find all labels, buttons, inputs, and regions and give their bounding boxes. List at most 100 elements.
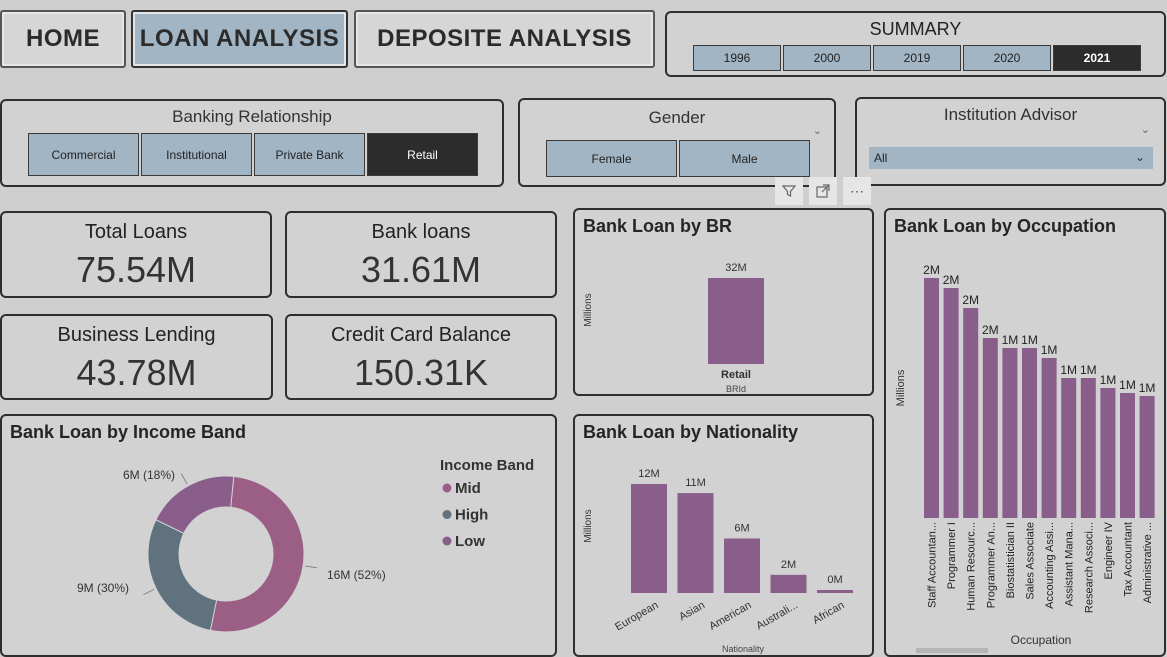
data-label: 6M xyxy=(734,523,749,535)
data-label: 9M (30%) xyxy=(77,581,129,595)
kpi-label: Total Loans xyxy=(84,221,188,243)
year-2000-button[interactable]: 2000 xyxy=(783,45,871,71)
tick-label: American xyxy=(707,599,753,633)
kpi-value: 75.54M xyxy=(75,249,197,290)
year-2020-button[interactable]: 2020 xyxy=(963,45,1051,71)
kpi-value: 150.31K xyxy=(353,352,489,393)
bar xyxy=(1120,393,1135,518)
y-axis-label: Millions xyxy=(583,293,594,326)
focus-mode-icon[interactable] xyxy=(809,177,837,205)
institution-advisor-dropdown[interactable]: All ⌄ xyxy=(869,147,1153,169)
tick-label: Staff Accountan... xyxy=(927,522,939,608)
bar xyxy=(963,308,979,518)
legend-marker xyxy=(442,510,452,519)
bar xyxy=(1002,348,1018,518)
chevron-down-icon[interactable]: ⌄ xyxy=(813,124,822,137)
br-option-institutional[interactable]: Institutional xyxy=(141,133,252,176)
leader-line xyxy=(305,565,318,569)
data-label: 2M xyxy=(923,263,940,277)
br-option-retail[interactable]: Retail xyxy=(367,133,478,176)
institution-advisor-slicer: Institution Advisor ⌄ All ⌄ xyxy=(855,97,1166,186)
donut-slice xyxy=(147,519,218,632)
data-label: 1M xyxy=(1060,363,1077,377)
data-label: 1M xyxy=(1080,363,1097,377)
bar xyxy=(631,484,667,593)
leader-line xyxy=(180,473,188,485)
legend-item: Mid xyxy=(455,480,481,497)
tick-label: Biostatistician II xyxy=(1005,522,1017,598)
tick-label: Administrative ... xyxy=(1142,522,1154,603)
home-button[interactable]: HOME xyxy=(0,10,126,68)
bar xyxy=(677,493,714,593)
banking-relationship-options: Commercial Institutional Private Bank Re… xyxy=(28,133,480,176)
gender-slicer: Gender ⌄ Female Male xyxy=(518,98,836,187)
br-option-private-bank[interactable]: Private Bank xyxy=(254,133,365,176)
bank-loan-by-income-band-chart[interactable]: Bank Loan by Income Band 16M (52%) 9M (30… xyxy=(0,414,557,657)
chevron-down-icon[interactable]: ⌄ xyxy=(1141,123,1150,136)
data-label: 1M xyxy=(1021,333,1038,347)
bar xyxy=(724,538,760,593)
x-axis-label: BRId xyxy=(726,384,746,394)
kpi-credit-card-balance: Credit Card Balance 150.31K xyxy=(285,314,557,400)
gender-option-female[interactable]: Female xyxy=(546,140,677,177)
data-label: 6M (18%) xyxy=(123,468,175,482)
bar xyxy=(982,338,998,518)
bank-loan-by-occupation-chart[interactable]: Bank Loan by Occupation 2M Staff Accounta… xyxy=(884,208,1166,657)
data-label: 32M xyxy=(725,262,746,274)
loan-analysis-button[interactable]: LOAN ANALYSIS xyxy=(131,10,348,68)
bank-loan-by-nationality-chart[interactable]: Bank Loan by Nationality 12M European 11M A… xyxy=(573,414,874,657)
bar xyxy=(708,278,764,364)
institution-advisor-title: Institution Advisor xyxy=(943,105,1078,124)
tick-label: Sales Associate xyxy=(1025,522,1037,600)
banking-relationship-title: Banking Relationship xyxy=(172,107,332,126)
br-option-commercial[interactable]: Commercial xyxy=(28,133,139,176)
bank-loan-by-br-chart[interactable]: Bank Loan by BR 32M Retail BRId Millions xyxy=(573,208,874,396)
year-2021-button[interactable]: 2021 xyxy=(1053,45,1141,71)
bar xyxy=(1022,348,1037,518)
bar xyxy=(1080,378,1096,518)
tick-label: Human Resourc... xyxy=(966,522,978,611)
bar xyxy=(924,278,939,518)
tick-label: Australi... xyxy=(754,599,800,632)
gender-title: Gender xyxy=(648,108,706,127)
y-axis-label: Millions xyxy=(583,509,594,542)
year-1996-button[interactable]: 1996 xyxy=(693,45,781,71)
tick-label: African xyxy=(811,599,847,627)
summary-title: SUMMARY xyxy=(869,19,962,39)
br-chart-svg: 32M Retail BRId Millions xyxy=(583,262,764,394)
institution-advisor-value: All xyxy=(874,151,888,165)
tick-label: European xyxy=(613,599,660,633)
banking-relationship-slicer: Banking Relationship Commercial Institut… xyxy=(0,99,504,187)
dropdown-arrow-icon: ⌄ xyxy=(1134,150,1145,164)
data-label: 12M xyxy=(638,468,659,480)
year-segments: 1996 2000 2019 2020 2021 xyxy=(693,45,1143,71)
loan-analysis-button-label: LOAN ANALYSIS xyxy=(139,25,340,52)
year-2019-button[interactable]: 2019 xyxy=(873,45,961,71)
home-button-label: HOME xyxy=(26,25,100,52)
data-label: 1M xyxy=(1041,343,1058,357)
bar xyxy=(817,590,853,593)
legend-item: Low xyxy=(455,533,485,550)
deposit-analysis-button[interactable]: DEPOSITE ANALYSIS xyxy=(354,10,655,68)
y-axis-label: Millions xyxy=(895,369,907,406)
filter-icon[interactable] xyxy=(775,177,803,205)
data-label: 2M xyxy=(781,559,796,571)
data-label: 2M xyxy=(982,323,999,337)
tick-label: Tax Accountant xyxy=(1123,522,1135,597)
data-label: 1M xyxy=(1002,333,1019,347)
bar xyxy=(1041,358,1057,518)
more-options-icon[interactable]: ⋯ xyxy=(843,177,871,205)
gender-option-male[interactable]: Male xyxy=(679,140,810,177)
legend-marker xyxy=(442,483,452,493)
kpi-value: 43.78M xyxy=(76,352,197,393)
bar xyxy=(1100,388,1116,518)
data-label: 1M xyxy=(1119,378,1136,392)
kpi-label: Credit Card Balance xyxy=(330,324,512,346)
tick-label: Assistant Mana... xyxy=(1064,522,1076,606)
bar xyxy=(943,288,959,518)
data-label: 2M xyxy=(943,273,960,287)
tick-label: Programmer I xyxy=(946,522,958,589)
legend-marker xyxy=(442,536,452,546)
x-axis-label: Nationality xyxy=(722,644,765,654)
kpi-label: Bank loans xyxy=(371,221,471,243)
